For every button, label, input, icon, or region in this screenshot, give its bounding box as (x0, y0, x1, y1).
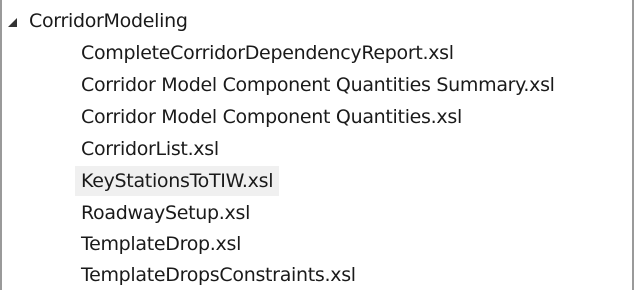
tree-item-label: Corridor Model Component Quantities.xsl (81, 106, 462, 128)
tree-item-label: TemplateDrop.xsl (81, 233, 242, 255)
tree-item-label: Corridor Model Component Quantities Summ… (81, 74, 555, 96)
tree-item-roadway-setup[interactable]: RoadwaySetup.xsl (75, 198, 256, 228)
tree-item-label: TemplateDropsConstraints.xsl (81, 264, 356, 286)
tree-item-complete-corridor-dependency-report[interactable]: CompleteCorridorDependencyReport.xsl (75, 38, 460, 68)
tree-item-corridor-model-component-quantities-summary[interactable]: Corridor Model Component Quantities Summ… (75, 70, 561, 100)
tree-node-label: CorridorModeling (29, 10, 188, 32)
tree-item-template-drops-constraints[interactable]: TemplateDropsConstraints.xsl (75, 260, 362, 290)
tree-item-corridor-list[interactable]: CorridorList.xsl (75, 134, 225, 164)
tree-item-corridor-model-component-quantities[interactable]: Corridor Model Component Quantities.xsl (75, 102, 468, 132)
tree-item-label: CompleteCorridorDependencyReport.xsl (81, 42, 454, 64)
tree-item-key-stations-to-tiw[interactable]: KeyStationsToTIW.xsl (75, 166, 280, 196)
tree-item-label: RoadwaySetup.xsl (81, 202, 251, 224)
tree-node-corridor-modeling[interactable]: CorridorModeling (8, 6, 188, 36)
tree-item-template-drop[interactable]: TemplateDrop.xsl (75, 229, 247, 259)
tree-item-label: CorridorList.xsl (81, 138, 219, 160)
expanded-triangle-icon[interactable] (8, 17, 17, 27)
tree-item-label: KeyStationsToTIW.xsl (81, 170, 274, 192)
